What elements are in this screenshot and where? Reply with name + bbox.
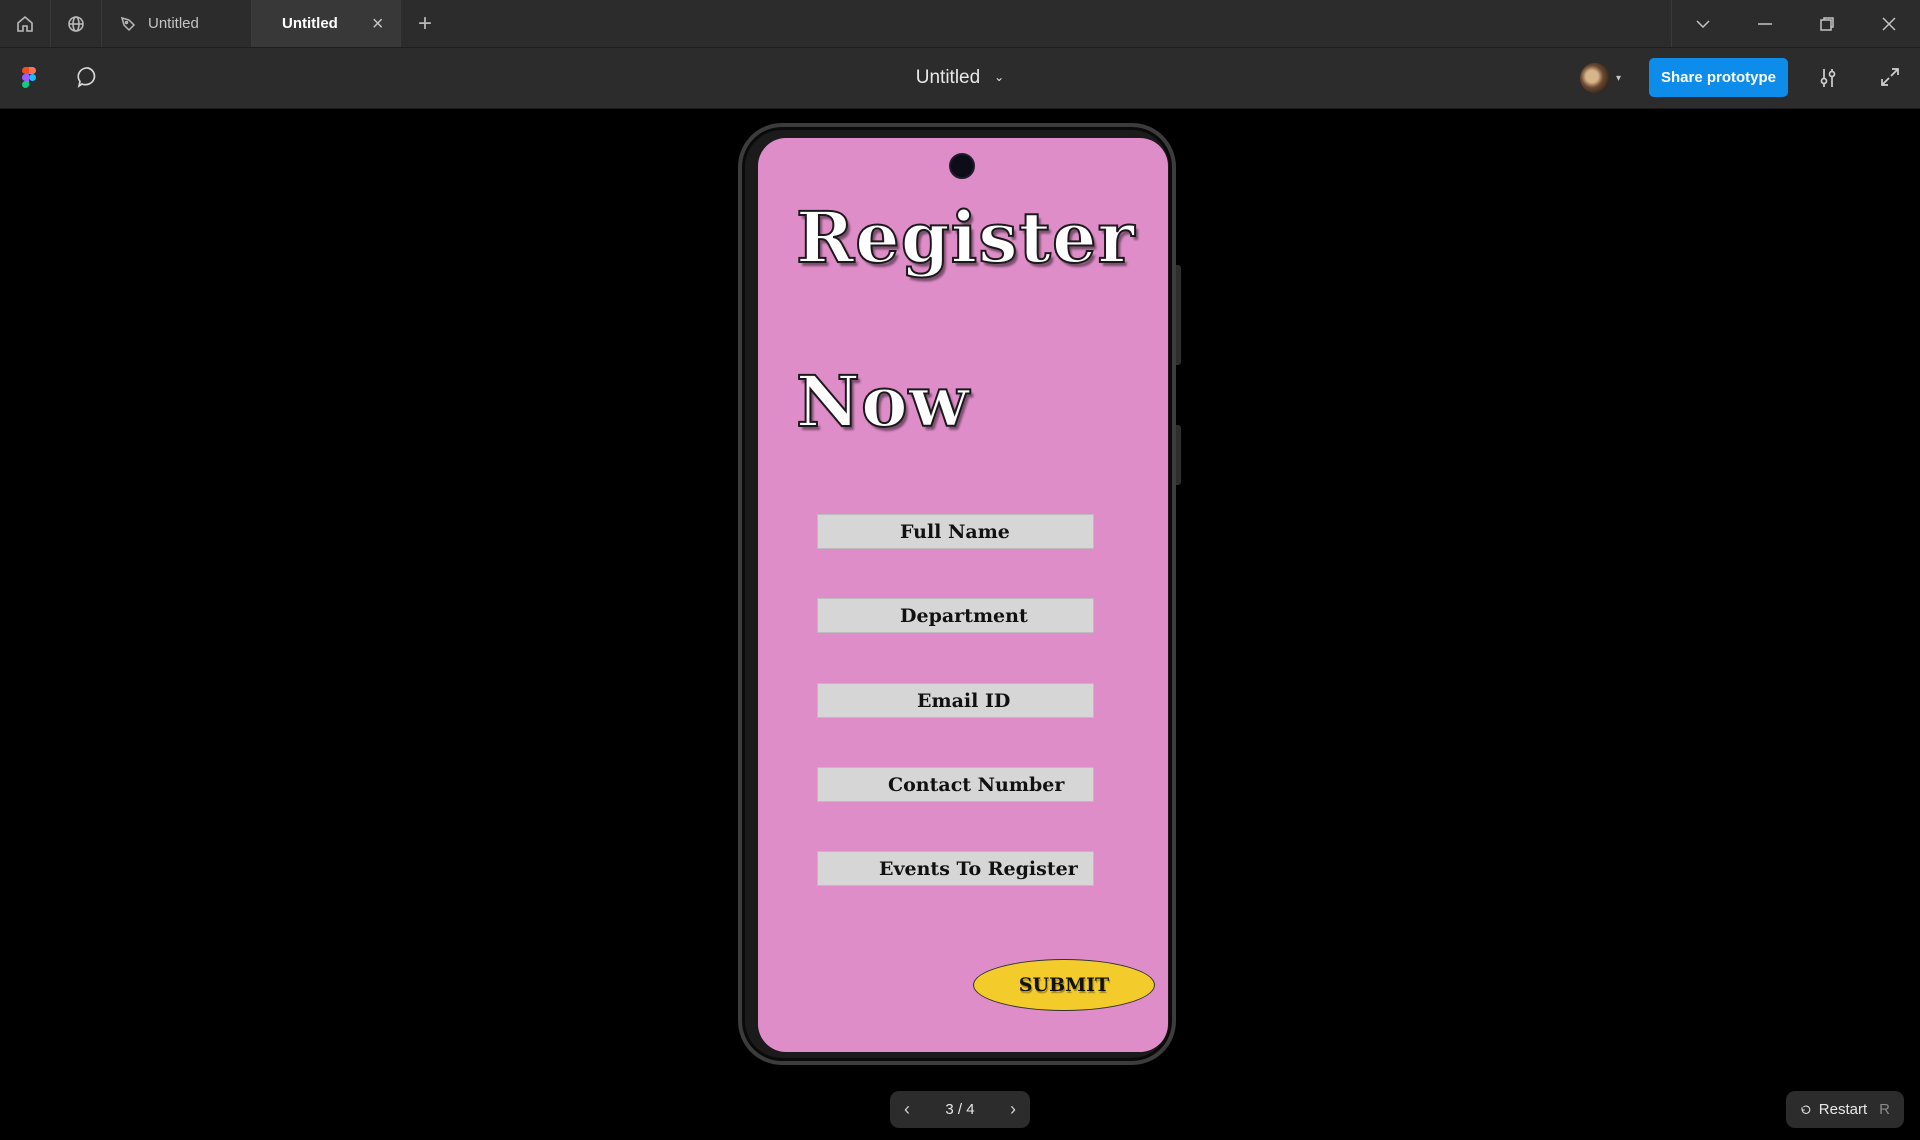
tab-label: Untitled <box>148 15 199 32</box>
tab-prototype[interactable]: Untitled × <box>252 0 401 47</box>
window-controls <box>1671 0 1920 47</box>
pen-icon <box>120 16 136 31</box>
close-window-button[interactable] <box>1858 0 1920 47</box>
restore-button[interactable] <box>1796 0 1858 47</box>
heading-now: Now <box>795 359 970 444</box>
chevron-down-icon: ⌄ <box>994 70 1005 84</box>
full-name-field[interactable]: Full Name <box>817 514 1094 549</box>
phone-side-button <box>1176 265 1181 365</box>
share-prototype-button[interactable]: Share prototype <box>1649 58 1788 97</box>
phone-frame: Register Now Full Name Department Email … <box>738 123 1176 1065</box>
restart-label: Restart <box>1818 1101 1868 1118</box>
tab-design-file[interactable]: Untitled <box>102 0 252 47</box>
settings-button[interactable] <box>1818 67 1838 94</box>
contact-number-field[interactable]: Contact Number <box>817 767 1094 802</box>
camera-icon <box>949 153 975 179</box>
tab-bar: Untitled Untitled × + <box>0 0 1920 48</box>
events-field[interactable]: Events To Register <box>817 851 1094 886</box>
field-label: Email ID <box>917 689 1011 712</box>
next-frame-icon[interactable]: › <box>1010 1099 1016 1120</box>
phone-side-button <box>1176 425 1181 485</box>
restart-button[interactable]: Restart R <box>1786 1091 1904 1128</box>
field-label: Full Name <box>900 520 1010 543</box>
page-indicator: 3 / 4 <box>945 1101 975 1118</box>
field-label: Department <box>900 604 1028 627</box>
close-tab-icon[interactable]: × <box>372 14 384 34</box>
tab-label: Untitled <box>282 15 338 32</box>
restart-shortcut: R <box>1879 1101 1890 1118</box>
frame-pager: ‹ 3 / 4 › <box>890 1091 1030 1128</box>
restore-icon <box>1820 16 1834 31</box>
submit-button[interactable]: SUBMIT <box>973 959 1155 1011</box>
heading-register: Register <box>795 195 1136 280</box>
chevron-down-icon: ▾ <box>1616 72 1622 84</box>
restart-icon <box>1801 1104 1811 1114</box>
chevron-down-icon <box>1696 19 1710 28</box>
minimize-icon <box>1758 22 1772 25</box>
field-label: Contact Number <box>888 773 1065 796</box>
department-field[interactable]: Department <box>817 598 1094 633</box>
prototype-screen: Register Now Full Name Department Email … <box>758 138 1168 1052</box>
fullscreen-button[interactable] <box>1880 67 1900 92</box>
close-icon <box>1882 16 1896 31</box>
community-button[interactable] <box>51 0 102 47</box>
prototype-toolbar: Untitled ⌄ ▾ Share prototype <box>0 48 1920 109</box>
tab-list-button[interactable] <box>1672 0 1734 47</box>
avatar <box>1580 63 1610 93</box>
user-menu[interactable]: ▾ <box>1578 60 1636 96</box>
previous-frame-icon[interactable]: ‹ <box>904 1099 910 1120</box>
minimize-button[interactable] <box>1734 0 1796 47</box>
home-icon <box>17 15 33 32</box>
email-field[interactable]: Email ID <box>817 683 1094 718</box>
sliders-icon <box>1820 69 1836 87</box>
globe-icon <box>68 15 84 32</box>
new-tab-button[interactable]: + <box>401 0 449 47</box>
field-label: Events To Register <box>879 857 1078 880</box>
home-button[interactable] <box>0 0 51 47</box>
file-title-text: Untitled <box>915 67 981 88</box>
expand-icon <box>1881 68 1899 86</box>
